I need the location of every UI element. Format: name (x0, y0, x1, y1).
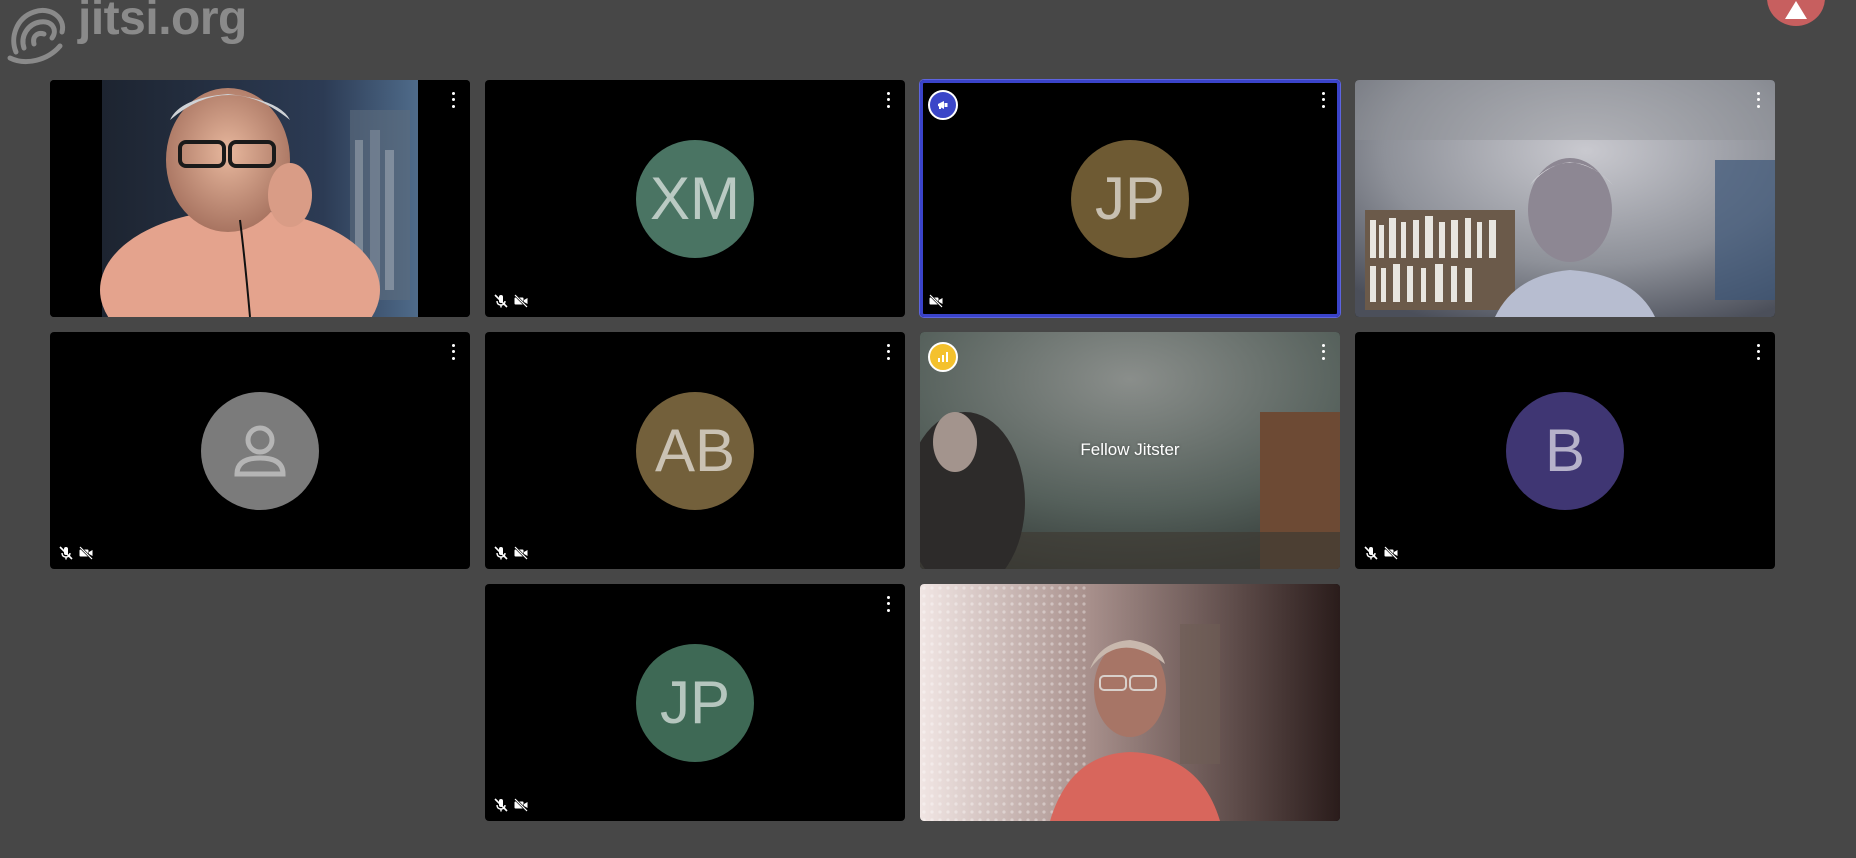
mic-muted-icon (59, 546, 73, 560)
participant-tile-6[interactable]: AB (485, 332, 905, 569)
camera-off-icon (514, 546, 528, 560)
participant-avatar: JP (636, 643, 754, 762)
participant-display-name: Fellow Jitster (1080, 439, 1180, 459)
participant-tile-1[interactable] (50, 80, 470, 317)
tile-menu-button[interactable] (881, 342, 895, 362)
user-icon (234, 425, 286, 476)
tile-menu-button[interactable] (1316, 90, 1330, 110)
participant-tile-3[interactable]: JP (920, 80, 1340, 317)
participant-video (920, 584, 1340, 821)
status-icons (493, 545, 529, 561)
participant-avatar: XM (636, 139, 754, 258)
status-icons (493, 797, 529, 813)
notification-indicator[interactable] (1767, 0, 1825, 26)
participant-tile-4[interactable] (1355, 80, 1775, 317)
connection-quality-icon[interactable] (928, 342, 958, 372)
tile-menu-button[interactable] (1751, 90, 1765, 110)
camera-off-icon (1384, 546, 1398, 560)
participant-tile-5[interactable] (50, 332, 470, 569)
tile-menu-button[interactable] (1316, 342, 1330, 362)
status-icons (58, 545, 94, 561)
mic-muted-icon (494, 294, 508, 308)
mic-muted-icon (494, 798, 508, 812)
tile-menu-button[interactable] (881, 594, 895, 614)
jitsi-logo[interactable]: jitsi.org (6, 0, 247, 72)
tile-menu-button[interactable] (446, 342, 460, 362)
mic-muted-icon (1364, 546, 1378, 560)
participant-avatar (201, 391, 319, 510)
participant-avatar: JP (1071, 139, 1189, 258)
camera-off-icon (929, 294, 943, 308)
mic-muted-icon (494, 546, 508, 560)
participant-avatar: AB (636, 391, 754, 510)
participant-video (50, 80, 470, 317)
participant-video (1355, 80, 1775, 317)
participant-tile-2[interactable]: XM (485, 80, 905, 317)
participant-tile-10[interactable] (920, 584, 1340, 821)
camera-off-icon (514, 294, 528, 308)
conference-stage: jitsi.org XM JP AB Fellow Jitster B JP (0, 0, 1856, 858)
status-icons (493, 293, 529, 309)
tile-menu-button[interactable] (446, 90, 460, 110)
jitsi-logo-icon (7, 8, 66, 64)
camera-off-icon (79, 546, 93, 560)
participant-tile-7[interactable]: Fellow Jitster (920, 332, 1340, 569)
camera-off-icon (514, 798, 528, 812)
participant-tile-9[interactable]: JP (485, 584, 905, 821)
status-icons (1363, 545, 1399, 561)
status-icons (928, 293, 944, 309)
logo-text: jitsi.org (78, 0, 247, 45)
participant-avatar: B (1506, 391, 1624, 510)
warning-icon (1785, 1, 1807, 19)
tile-menu-button[interactable] (881, 90, 895, 110)
raised-hand-icon (928, 90, 958, 120)
tile-menu-button[interactable] (1751, 342, 1765, 362)
participant-tile-8[interactable]: B (1355, 332, 1775, 569)
